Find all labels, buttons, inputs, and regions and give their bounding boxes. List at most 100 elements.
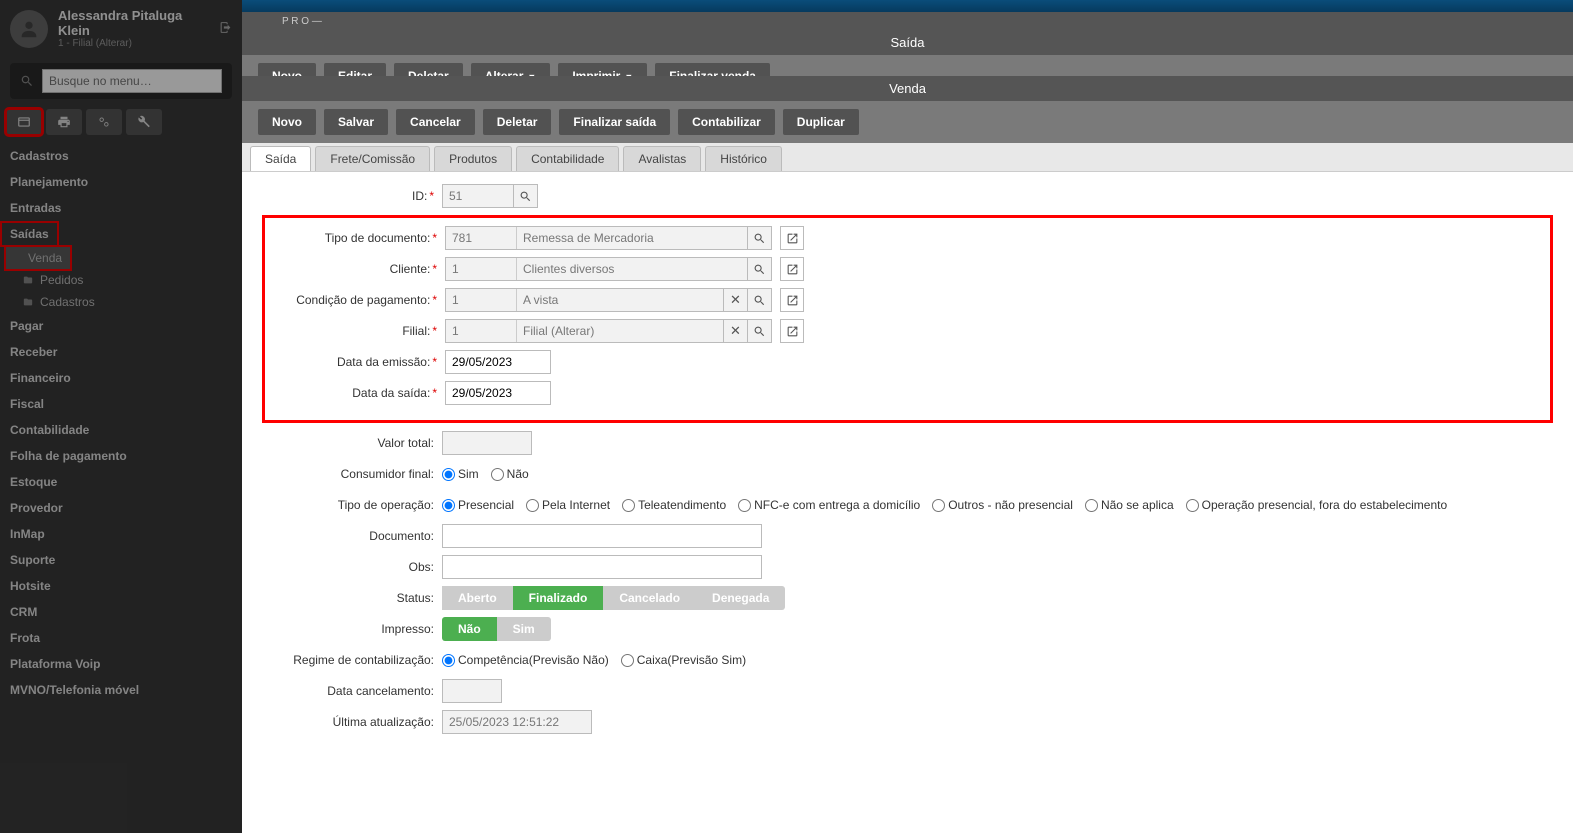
nav-entradas[interactable]: Entradas xyxy=(0,195,242,221)
nav-hotsite[interactable]: Hotsite xyxy=(0,573,242,599)
label-status: Status: xyxy=(262,591,442,605)
radio-outros-nao-pres[interactable]: Outros - não presencial xyxy=(932,498,1073,512)
nav-menu: Cadastros Planejamento Entradas Saídas V… xyxy=(0,139,242,833)
nav-planejamento[interactable]: Planejamento xyxy=(0,169,242,195)
label-id: ID:* xyxy=(262,189,442,203)
label-data-emissao: Data da emissão:* xyxy=(265,355,445,369)
obs-field[interactable] xyxy=(442,555,762,579)
nav-frota[interactable]: Frota xyxy=(0,625,242,651)
external-link-icon[interactable] xyxy=(780,257,804,281)
radio-op-fora[interactable]: Operação presencial, fora do estabelecim… xyxy=(1186,498,1447,512)
logout-icon[interactable] xyxy=(219,21,232,37)
salvar-button[interactable]: Salvar xyxy=(324,109,388,135)
filial-code-field[interactable] xyxy=(446,320,516,342)
clear-icon[interactable]: ✕ xyxy=(723,320,747,342)
nav-pagar[interactable]: Pagar xyxy=(0,313,242,339)
nav-mvno[interactable]: MVNO/Telefonia móvel xyxy=(0,677,242,703)
duplicar-button[interactable]: Duplicar xyxy=(783,109,859,135)
search-input[interactable] xyxy=(42,69,222,93)
nav-inmap[interactable]: InMap xyxy=(0,521,242,547)
tipo-doc-desc-field[interactable] xyxy=(517,227,747,249)
radio-caixa[interactable]: Caixa(Previsão Sim) xyxy=(621,653,746,667)
front-window-title: Venda xyxy=(242,76,1573,101)
nav-venda[interactable]: Venda xyxy=(6,247,70,269)
label-documento: Documento: xyxy=(262,529,442,543)
label-filial: Filial:* xyxy=(265,324,445,338)
folder-icon xyxy=(22,297,34,307)
toolbar-gears-icon[interactable] xyxy=(86,109,122,135)
finalizar-saida-button[interactable]: Finalizar saída xyxy=(559,109,670,135)
documento-field[interactable] xyxy=(442,524,762,548)
radio-nao-aplica[interactable]: Não se aplica xyxy=(1085,498,1174,512)
nav-suporte[interactable]: Suporte xyxy=(0,547,242,573)
tab-produtos[interactable]: Produtos xyxy=(434,146,512,171)
radio-nfce[interactable]: NFC-e com entrega a domicílio xyxy=(738,498,920,512)
nav-financeiro[interactable]: Financeiro xyxy=(0,365,242,391)
cancelar-button[interactable]: Cancelar xyxy=(396,109,475,135)
deletar-button[interactable]: Deletar xyxy=(483,109,552,135)
search-icon[interactable] xyxy=(747,227,771,249)
nav-cadastros-sub[interactable]: Cadastros xyxy=(0,291,242,313)
nav-cadastros[interactable]: Cadastros xyxy=(0,143,242,169)
status-cancelado: Cancelado xyxy=(603,586,696,610)
data-emissao-field[interactable] xyxy=(445,350,551,374)
nav-saidas[interactable]: Saídas xyxy=(0,221,59,247)
external-link-icon[interactable] xyxy=(780,226,804,250)
search-icon[interactable] xyxy=(747,289,771,311)
radio-competencia[interactable]: Competência(Previsão Não) xyxy=(442,653,609,667)
nav-pedidos[interactable]: Pedidos xyxy=(0,269,242,291)
nav-receber[interactable]: Receber xyxy=(0,339,242,365)
label-regime: Regime de contabilização: xyxy=(262,653,442,667)
nav-voip[interactable]: Plataforma Voip xyxy=(0,651,242,677)
tipo-doc-code-field[interactable] xyxy=(446,227,516,249)
top-strip xyxy=(242,0,1573,12)
nav-contabilidade[interactable]: Contabilidade xyxy=(0,417,242,443)
search-icon[interactable] xyxy=(747,258,771,280)
radio-consumidor-nao[interactable]: Não xyxy=(491,467,529,481)
clear-icon[interactable]: ✕ xyxy=(723,289,747,311)
cond-pag-code-field[interactable] xyxy=(446,289,516,311)
cliente-code-field[interactable] xyxy=(446,258,516,280)
radio-presencial[interactable]: Presencial xyxy=(442,498,514,512)
cliente-desc-field[interactable] xyxy=(517,258,747,280)
cond-pag-desc-field[interactable] xyxy=(517,289,723,311)
tab-historico[interactable]: Histórico xyxy=(705,146,782,171)
tab-saida[interactable]: Saída xyxy=(250,146,311,171)
filial-desc-field[interactable] xyxy=(517,320,723,342)
valor-total-field xyxy=(442,431,532,455)
search-icon[interactable] xyxy=(747,320,771,342)
label-data-saida: Data da saída:* xyxy=(265,386,445,400)
tab-avalistas[interactable]: Avalistas xyxy=(623,146,701,171)
status-finalizado: Finalizado xyxy=(513,586,604,610)
external-link-icon[interactable] xyxy=(780,288,804,312)
front-toolbar: Novo Salvar Cancelar Deletar Finalizar s… xyxy=(242,101,1573,143)
nav-provedor[interactable]: Provedor xyxy=(0,495,242,521)
toolbar-print-icon[interactable] xyxy=(46,109,82,135)
label-cond-pag: Condição de pagamento:* xyxy=(265,293,445,307)
user-section: Alessandra Pitaluga Klein 1 - Filial (Al… xyxy=(0,0,242,57)
tab-frete[interactable]: Frete/Comissão xyxy=(315,146,430,171)
radio-consumidor-sim[interactable]: Sim xyxy=(442,467,479,481)
label-data-cancelamento: Data cancelamento: xyxy=(262,684,442,698)
search-box[interactable] xyxy=(10,63,232,99)
toolbar-window-icon[interactable] xyxy=(6,109,42,135)
data-saida-field[interactable] xyxy=(445,381,551,405)
contabilizar-button[interactable]: Contabilizar xyxy=(678,109,775,135)
nav-estoque[interactable]: Estoque xyxy=(0,469,242,495)
nav-folha[interactable]: Folha de pagamento xyxy=(0,443,242,469)
form-area: ID:* Tipo de documento:* xyxy=(242,172,1573,833)
search-icon[interactable] xyxy=(513,185,537,207)
radio-tele[interactable]: Teleatendimento xyxy=(622,498,726,512)
novo-button[interactable]: Novo xyxy=(258,109,316,135)
label-obs: Obs: xyxy=(262,560,442,574)
toolbar-wrench-icon[interactable] xyxy=(126,109,162,135)
label-ultima-atualizacao: Última atualização: xyxy=(262,715,442,729)
radio-internet[interactable]: Pela Internet xyxy=(526,498,610,512)
nav-fiscal[interactable]: Fiscal xyxy=(0,391,242,417)
user-name: Alessandra Pitaluga Klein xyxy=(58,8,209,38)
id-field[interactable] xyxy=(443,185,513,207)
nav-crm[interactable]: CRM xyxy=(0,599,242,625)
external-link-icon[interactable] xyxy=(780,319,804,343)
tab-contabilidade[interactable]: Contabilidade xyxy=(516,146,619,171)
ultima-atualizacao-field xyxy=(442,710,592,734)
